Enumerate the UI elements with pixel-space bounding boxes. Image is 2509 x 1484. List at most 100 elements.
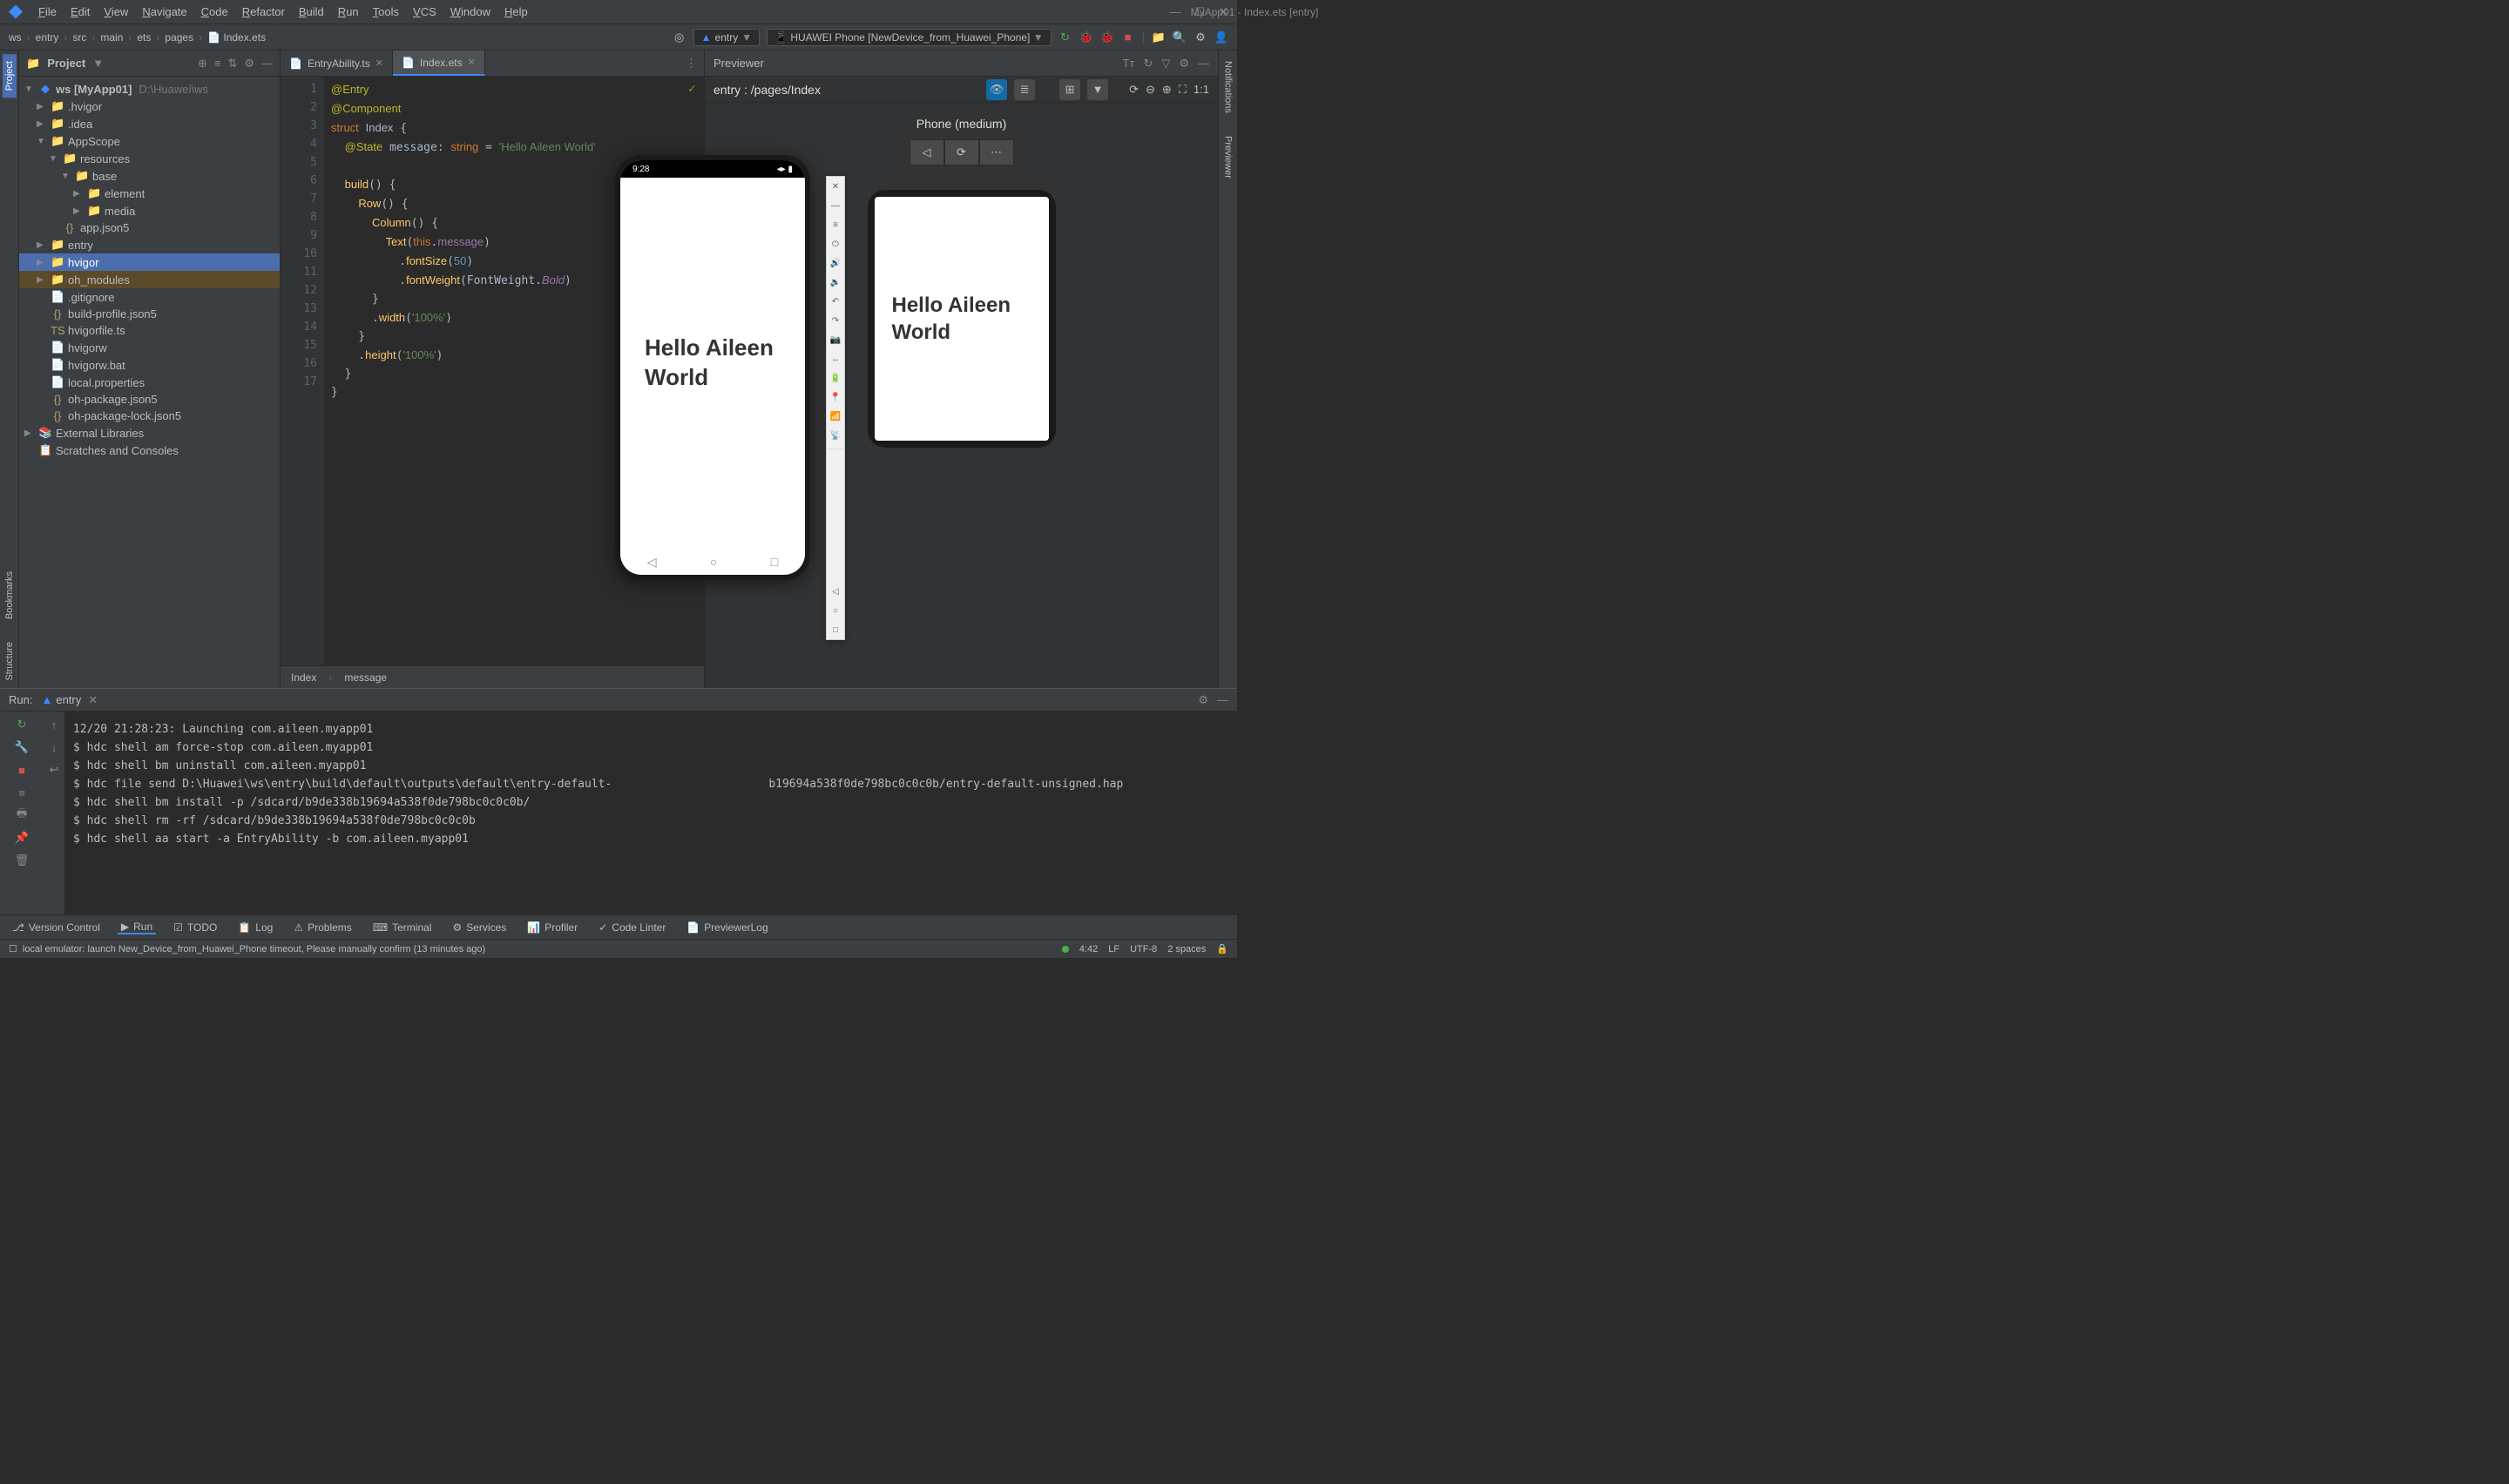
- preview-more-icon[interactable]: ⋯: [979, 139, 1014, 165]
- grid-icon[interactable]: ⊞: [1059, 79, 1080, 100]
- structure-tab[interactable]: Structure: [3, 635, 17, 688]
- menu-help[interactable]: Help: [497, 5, 535, 18]
- tree-item[interactable]: 📄hvigorw: [19, 339, 280, 356]
- refresh-icon[interactable]: ↻: [1143, 57, 1153, 71]
- editor-breadcrumb[interactable]: Index › message: [281, 665, 704, 688]
- bottom-tab-problems[interactable]: ⚠Problems: [290, 921, 355, 934]
- project-tab[interactable]: Project: [3, 54, 17, 98]
- run-layout-icon[interactable]: ≡: [14, 785, 30, 800]
- menu-view[interactable]: View: [97, 5, 135, 18]
- breadcrumb-segment[interactable]: 📄 Index.ets: [207, 31, 266, 44]
- preview-back-icon[interactable]: ◁: [910, 139, 944, 165]
- breadcrumb-segment[interactable]: main: [100, 31, 123, 44]
- avatar-icon[interactable]: 👤: [1214, 30, 1228, 44]
- bookmarks-tab[interactable]: Bookmarks: [3, 564, 17, 626]
- hide-icon[interactable]: —: [1198, 57, 1209, 71]
- tree-item[interactable]: {}oh-package.json5: [19, 391, 280, 408]
- editor-more-icon[interactable]: ⋮: [679, 57, 704, 71]
- rotate-icon[interactable]: ⟳: [1129, 83, 1139, 97]
- editor-tab[interactable]: 📄EntryAbility.ts✕: [281, 51, 393, 76]
- phone-back-icon[interactable]: ◁: [647, 555, 657, 570]
- bottom-tab-profiler[interactable]: 📊Profiler: [524, 921, 581, 934]
- debug-icon[interactable]: 🐞: [1079, 30, 1093, 44]
- dropdown-icon[interactable]: ▼: [1087, 79, 1108, 100]
- collapse-icon[interactable]: ≡: [214, 57, 221, 71]
- tree-item[interactable]: {}oh-package-lock.json5: [19, 408, 280, 424]
- tree-item[interactable]: {}build-profile.json5: [19, 306, 280, 322]
- tree-item[interactable]: {}app.json5: [19, 219, 280, 236]
- menu-code[interactable]: Code: [194, 5, 235, 18]
- run-settings-icon[interactable]: ⚙: [1198, 693, 1208, 707]
- compass-icon[interactable]: ◎: [673, 30, 686, 44]
- settings-icon[interactable]: ⚙: [1194, 30, 1207, 44]
- emu-minimize-icon[interactable]: —: [829, 199, 842, 212]
- breadcrumb-segment[interactable]: ws: [9, 31, 22, 44]
- emu-screenshot-icon[interactable]: 📷: [829, 334, 842, 346]
- tree-item[interactable]: ▶📁element: [19, 185, 280, 202]
- emu-voldown-icon[interactable]: 🔉: [829, 276, 842, 288]
- menu-refactor[interactable]: Refactor: [235, 5, 292, 18]
- status-encoding[interactable]: UTF-8: [1130, 944, 1157, 954]
- run-stop-icon[interactable]: ■: [14, 762, 30, 778]
- run-down-icon[interactable]: ↓: [46, 739, 62, 755]
- preview-rotate-icon[interactable]: ⟳: [944, 139, 979, 165]
- project-tree[interactable]: ▼ ◆ ws [MyApp01] D:\Huawei\ws ▶📁.hvigor ▶…: [19, 77, 280, 688]
- emu-battery-icon[interactable]: 🔋: [829, 372, 842, 384]
- emu-location-icon[interactable]: 📍: [829, 391, 842, 403]
- run-pin-icon[interactable]: 📌: [14, 830, 30, 846]
- tree-item[interactable]: ▶📁oh_modules: [19, 271, 280, 288]
- bottom-tab-run[interactable]: ▶Run: [118, 921, 156, 934]
- tree-item[interactable]: 📄local.properties: [19, 374, 280, 391]
- status-icon[interactable]: ☐: [9, 943, 17, 954]
- emu-home-icon[interactable]: ○: [829, 604, 842, 617]
- tree-item[interactable]: 📄hvigorw.bat: [19, 356, 280, 374]
- status-lock-icon[interactable]: 🔒: [1216, 943, 1228, 954]
- open-folder-icon[interactable]: 📁: [1152, 30, 1166, 44]
- bottom-tab-todo[interactable]: ☑TODO: [170, 921, 220, 934]
- breadcrumb[interactable]: ws›entry›src›main›ets›pages›📄 Index.ets: [9, 31, 266, 44]
- menu-build[interactable]: Build: [292, 5, 331, 18]
- rerun-icon[interactable]: ↻: [14, 717, 30, 732]
- emu-shake-icon[interactable]: ↔: [829, 353, 842, 365]
- menu-tools[interactable]: Tools: [366, 5, 406, 18]
- coverage-icon[interactable]: 🐞: [1100, 30, 1114, 44]
- emu-rotate-l-icon[interactable]: ↶: [829, 295, 842, 307]
- filter-icon[interactable]: ▽: [1161, 57, 1170, 71]
- tree-item[interactable]: ▶📚External Libraries: [19, 424, 280, 442]
- bottom-tab-log[interactable]: 📋Log: [234, 921, 276, 934]
- run-config-select[interactable]: ▲ entry ▼: [693, 29, 760, 46]
- eye-icon[interactable]: 👁: [986, 79, 1007, 100]
- gear-icon[interactable]: ⚙: [1179, 57, 1189, 71]
- expand-icon[interactable]: ⇅: [227, 57, 237, 71]
- run-print-icon[interactable]: 🖶: [14, 807, 30, 823]
- editor-tab[interactable]: 📄Index.ets✕: [393, 51, 485, 76]
- tree-item[interactable]: ▼📁AppScope: [19, 132, 280, 150]
- breadcrumb-segment[interactable]: ets: [137, 31, 151, 44]
- run-trash-icon[interactable]: 🗑: [14, 853, 30, 868]
- search-icon[interactable]: 🔍: [1173, 30, 1187, 44]
- menu-edit[interactable]: Edit: [64, 5, 97, 18]
- hide-icon[interactable]: —: [261, 57, 273, 71]
- run-console[interactable]: 12/20 21:28:23: Launching com.aileen.mya…: [64, 712, 1237, 914]
- notifications-tab[interactable]: Notifications: [1221, 54, 1235, 120]
- bottom-tab-terminal[interactable]: ⌨Terminal: [369, 921, 436, 934]
- zoom-in-icon[interactable]: ⊕: [1162, 83, 1172, 97]
- run-wrap-icon[interactable]: ↩: [46, 762, 62, 778]
- tree-item[interactable]: 📄.gitignore: [19, 288, 280, 306]
- emu-back-icon[interactable]: ◁: [829, 585, 842, 597]
- ratio-icon[interactable]: 1:1: [1194, 83, 1209, 96]
- inspection-ok-icon[interactable]: ✓: [687, 82, 697, 96]
- run-hide-icon[interactable]: —: [1217, 693, 1228, 707]
- breadcrumb-segment[interactable]: entry: [36, 31, 59, 44]
- tree-root[interactable]: ▼ ◆ ws [MyApp01] D:\Huawei\ws: [19, 80, 280, 98]
- fit-icon[interactable]: ⛶: [1179, 83, 1187, 97]
- menu-navigate[interactable]: Navigate: [135, 5, 193, 18]
- emu-network-icon[interactable]: 📶: [829, 410, 842, 422]
- tree-item[interactable]: TShvigorfile.ts: [19, 322, 280, 339]
- breadcrumb-segment[interactable]: src: [72, 31, 86, 44]
- run-icon[interactable]: ↻: [1058, 30, 1072, 44]
- breadcrumb-segment[interactable]: pages: [165, 31, 193, 44]
- target-icon[interactable]: ⊕: [198, 57, 207, 71]
- tree-item[interactable]: ▶📁.hvigor: [19, 98, 280, 115]
- emu-wifi-icon[interactable]: 📡: [829, 429, 842, 442]
